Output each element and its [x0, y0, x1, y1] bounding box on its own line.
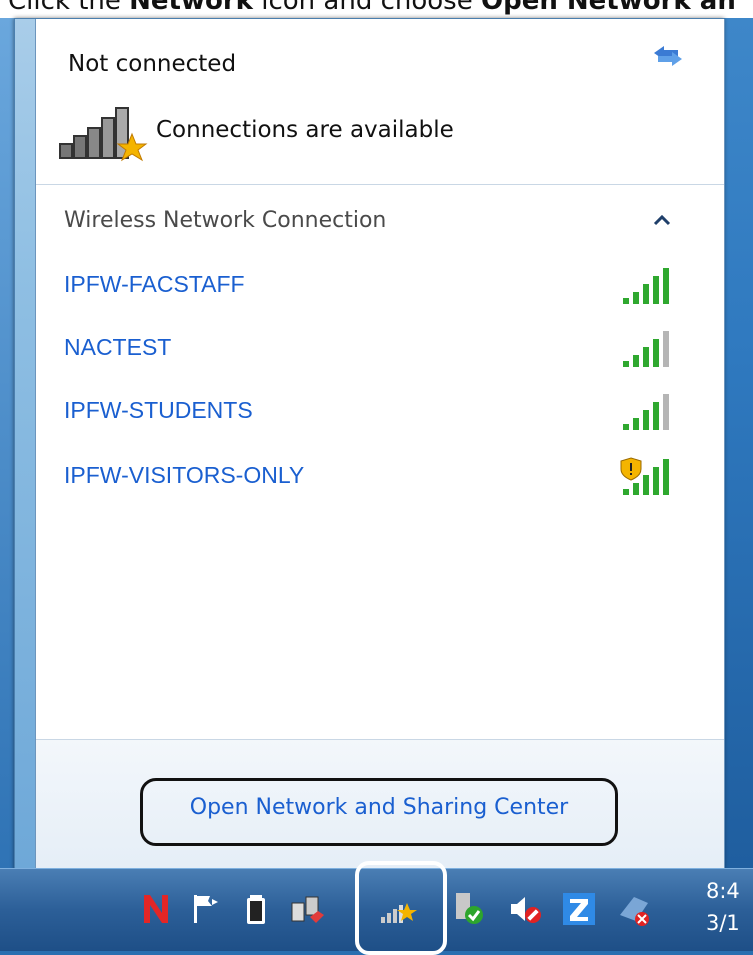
network-item-nactest[interactable]: NACTEST: [36, 324, 724, 380]
open-network-sharing-center-link[interactable]: Open Network and Sharing Center: [140, 778, 618, 846]
connection-status-title: Not connected: [68, 51, 237, 77]
desktop-edge: [0, 18, 14, 868]
caption-mid: icon and choose: [252, 0, 481, 16]
connection-status: Not connected Connections are available: [36, 19, 724, 185]
network-panel: Not connected Connections are available …: [35, 19, 725, 870]
chevron-up-icon[interactable]: [652, 213, 672, 227]
signal-strength-icon: [623, 268, 669, 304]
signal-strength-icon: [623, 394, 669, 430]
caption-bold-open: Open Network an: [481, 0, 736, 16]
open-network-sharing-center-label: Open Network and Sharing Center: [189, 795, 569, 820]
network-item-ipfw-students[interactable]: IPFW-STUDENTS: [36, 387, 724, 443]
network-name: IPFW-FACSTAFF: [64, 271, 245, 297]
network-name: IPFW-VISITORS-ONLY: [64, 462, 305, 488]
network-name: IPFW-STUDENTS: [64, 397, 253, 423]
clock-date: 3/1: [706, 911, 740, 935]
panel-footer: Open Network and Sharing Center: [36, 739, 724, 870]
clock-time: 8:4: [706, 879, 740, 903]
network-name: NACTEST: [64, 334, 172, 360]
instruction-caption: Click the Network icon and choose Open N…: [0, 0, 753, 18]
wireless-network-icon[interactable]: [377, 889, 417, 929]
connections-available-text: Connections are available: [156, 117, 454, 143]
secured-signal-icon: [620, 457, 669, 495]
z-app-icon[interactable]: [559, 889, 599, 929]
network-unavailable-icon: [59, 107, 148, 162]
network-popup: Not connected Connections are available …: [14, 18, 725, 875]
ok-status-icon[interactable]: [448, 889, 488, 929]
volume-muted-icon[interactable]: [505, 889, 545, 929]
system-clock[interactable]: 8:4 3/1: [706, 875, 740, 939]
network-item-ipfw-facstaff[interactable]: IPFW-FACSTAFF: [36, 261, 724, 317]
n-app-icon[interactable]: [136, 889, 176, 929]
wireless-section-header: Wireless Network Connection: [64, 208, 387, 233]
signal-strength-icon: [623, 331, 669, 367]
bluetooth-disabled-icon[interactable]: [614, 889, 654, 929]
battery-icon[interactable]: [236, 889, 276, 929]
network-item-ipfw-visitors-only[interactable]: IPFW-VISITORS-ONLY: [36, 452, 724, 508]
flag-icon[interactable]: [186, 889, 226, 929]
caption-bold-network: Network: [129, 0, 253, 16]
network-ethernet-icon[interactable]: [288, 889, 328, 929]
taskbar: 8:4 3/1: [0, 861, 753, 955]
caption-pre: Click the: [8, 0, 130, 16]
refresh-icon[interactable]: [650, 41, 686, 71]
